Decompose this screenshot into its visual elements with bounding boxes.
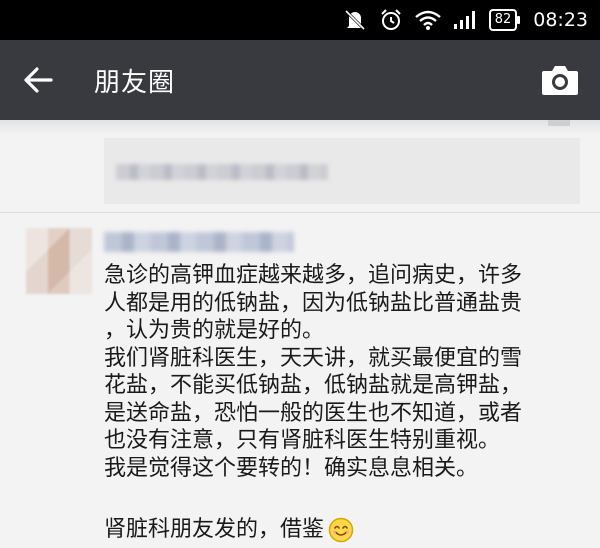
post-line: 也没有注意，只有肾脏科医生特别重视。: [104, 428, 501, 453]
signal-icon: [453, 10, 477, 30]
avatar[interactable]: [26, 228, 92, 294]
redacted-mark: [548, 120, 570, 126]
status-bar: 82 08:23: [0, 0, 600, 40]
username-redacted[interactable]: [104, 232, 294, 252]
camera-button[interactable]: [540, 60, 580, 100]
signature-text: 肾脏科朋友发的，借鉴: [104, 517, 325, 542]
moments-feed[interactable]: 急诊的高钾血症越来越多，追问病史，许多 人都是用的低钠盐，因为低钠盐比普通盐贵 …: [0, 120, 600, 548]
camera-icon: [542, 66, 578, 95]
wifi-icon: [414, 9, 441, 31]
post-line: 人都是用的低钠盐，因为低钠盐比普通盐贵: [104, 290, 523, 316]
battery-icon: 82: [488, 9, 520, 31]
shared-link-card[interactable]: [104, 138, 580, 204]
feed-top-edge: [0, 120, 600, 134]
post-text: 急诊的高钾血症越来越多，追问病史，许多 人都是用的低钠盐，因为低钠盐比普通盐贵 …: [104, 262, 594, 482]
status-time: 08:23: [533, 9, 588, 31]
smile-emoji-icon: [328, 517, 354, 543]
mute-icon: [343, 8, 367, 32]
post-line: ，认为贵的就是好的。: [104, 318, 325, 343]
post-line: 急诊的高钾血症越来越多，追问病史，许多: [104, 263, 523, 288]
back-button[interactable]: [8, 40, 68, 120]
post-line: 我是觉得这个要转的！确实息息相关。: [104, 455, 479, 481]
post-line: 花盐，不能买低钠盐，低钠盐就是高钾盐，: [104, 373, 523, 398]
app-header: 朋友圈: [0, 40, 600, 120]
back-arrow-icon: [24, 67, 53, 93]
post-divider: [0, 212, 600, 213]
post-line: 是送命盐，恐怕一般的医生也不知道，或者: [104, 400, 523, 426]
post-signature: 肾脏科朋友发的，借鉴: [104, 516, 354, 544]
moment-post: 急诊的高钾血症越来越多，追问病史，许多 人都是用的低钠盐，因为低钠盐比普通盐贵 …: [0, 220, 600, 548]
post-line: 我们肾脏科医生，天天讲，就买最便宜的雪: [104, 345, 523, 371]
alarm-icon: [379, 8, 403, 32]
page-title: 朋友圈: [94, 67, 176, 98]
link-title-redacted: [116, 164, 328, 180]
